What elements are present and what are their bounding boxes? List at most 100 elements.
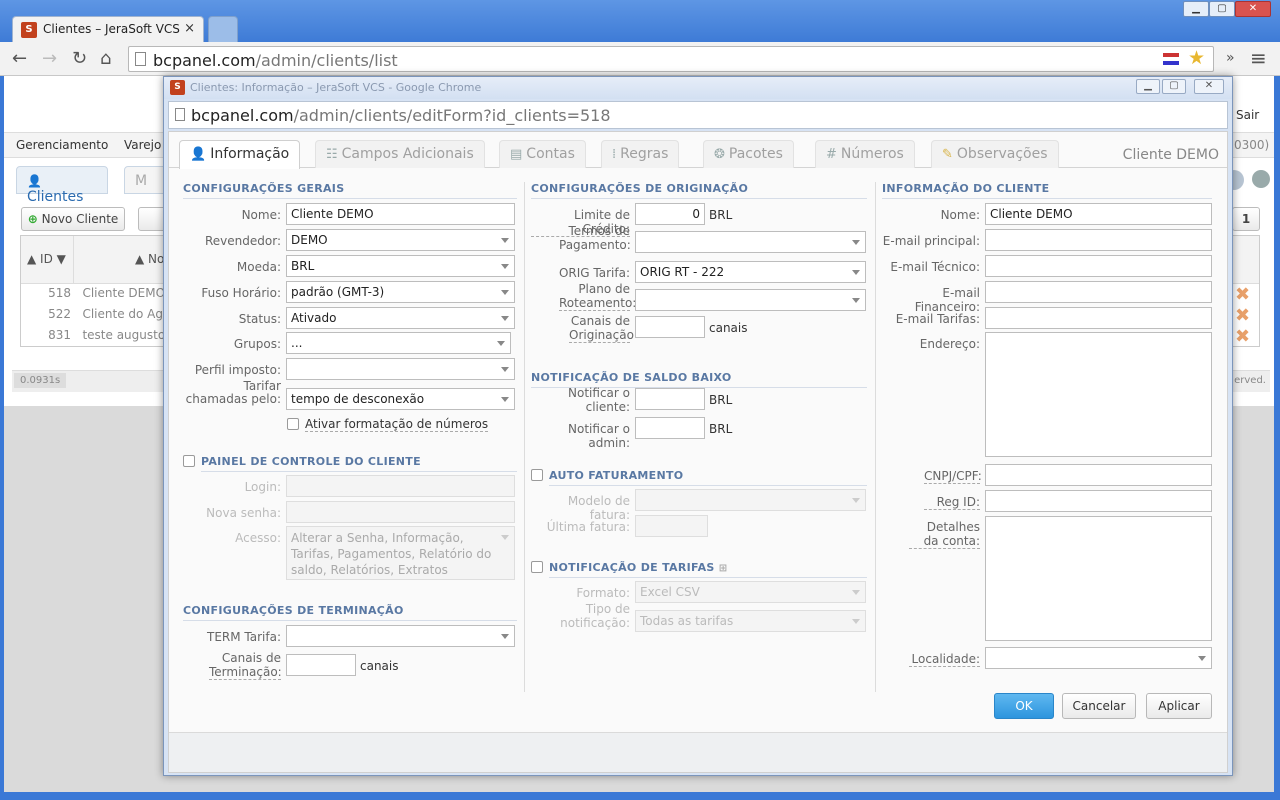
format-numbers-checkbox[interactable] — [287, 418, 299, 430]
forward-icon[interactable]: → — [42, 48, 57, 69]
popup-minimize-button[interactable]: ▁ — [1136, 79, 1160, 94]
chrome-menu-icon[interactable]: ≡ — [1250, 46, 1267, 70]
email-main-input[interactable] — [985, 229, 1212, 251]
divider — [73, 236, 74, 284]
maximize-button[interactable]: ▢ — [1209, 1, 1235, 17]
routing-plan-select[interactable] — [635, 289, 866, 311]
reg-id-label: Reg ID: — [924, 495, 980, 510]
form-footer — [169, 732, 1227, 772]
tab-regras[interactable]: ⁞ Regras — [601, 140, 680, 168]
tab-m[interactable]: M — [124, 166, 168, 194]
rate-notice-checkbox[interactable] — [531, 561, 543, 573]
client-panel-checkbox[interactable] — [183, 455, 195, 467]
nav-varejo[interactable]: Varejo — [124, 138, 161, 152]
browser-tab-clientes[interactable]: S Clientes – JeraSoft VCS × — [12, 16, 204, 42]
delete-icon[interactable]: ✖ — [1235, 326, 1250, 347]
currency-select[interactable]: BRL — [286, 255, 515, 277]
email-rates-input[interactable] — [985, 307, 1212, 329]
rate-format-label: Formato: — [576, 586, 630, 600]
status-label: Status: — [238, 312, 281, 326]
login-input[interactable] — [286, 475, 515, 497]
reseller-label: Revendedor: — [205, 234, 281, 248]
timing-badge: 0.0931s — [14, 373, 67, 388]
delete-icon[interactable]: ✖ — [1235, 305, 1250, 326]
notify-admin-input[interactable] — [635, 417, 705, 439]
tax-profile-select[interactable] — [286, 358, 515, 380]
tab-pacotes[interactable]: ❂ Pacotes — [703, 140, 794, 168]
browser-titlebar: S Clientes – JeraSoft VCS × ▁ ▢ ✕ — [0, 0, 1280, 42]
tab-clientes[interactable]: 👤 Clientes — [16, 166, 108, 205]
cancel-button[interactable]: Cancelar — [1062, 693, 1136, 719]
delete-icon[interactable]: ✖ — [1235, 284, 1250, 305]
reload-icon[interactable]: ↻ — [72, 48, 87, 69]
orig-tariff-select[interactable]: ORIG RT - 222 — [635, 261, 866, 283]
last-invoice-input[interactable] — [635, 515, 708, 537]
locality-select[interactable] — [985, 647, 1212, 669]
new-tab-button[interactable] — [208, 16, 238, 42]
client-panel-section-title: PAINEL DE CONTROLE DO CLIENTE — [201, 455, 517, 472]
term-channels-input[interactable] — [286, 654, 356, 676]
groups-select[interactable]: ... — [286, 332, 511, 354]
name-input[interactable] — [286, 203, 515, 225]
tab-contas[interactable]: ▤ Contas — [499, 140, 586, 168]
email-tech-input[interactable] — [985, 255, 1212, 277]
credit-limit-input[interactable]: 0 — [635, 203, 705, 225]
cnpj-input[interactable] — [985, 464, 1212, 486]
info-name-input[interactable] — [985, 203, 1212, 225]
tab-informacao[interactable]: 👤 Informação — [179, 140, 301, 169]
new-client-button[interactable]: ⊕ Novo Cliente — [21, 207, 125, 231]
password-input[interactable] — [286, 501, 515, 523]
address-bar[interactable]: bcpanel.com/admin/clients/list ★ — [128, 46, 1214, 72]
address-textarea[interactable] — [985, 332, 1212, 457]
timezone-label: Fuso Horário: — [201, 286, 281, 300]
orig-tariff-label: ORIG Tarifa: — [558, 266, 630, 280]
auto-billing-section-title: AUTO FATURAMENTO — [549, 469, 867, 486]
tab-observacoes[interactable]: ✎ Observações — [931, 140, 1059, 168]
col-id[interactable]: ▲ ID ▼ — [27, 252, 66, 266]
access-select[interactable]: Alterar a Senha, Informação, Tarifas, Pa… — [286, 526, 515, 580]
notify-client-input[interactable] — [635, 388, 705, 410]
invoice-template-select[interactable] — [635, 489, 866, 511]
apply-button[interactable]: Aplicar — [1146, 693, 1212, 719]
rate-type-select[interactable]: Todas as tarifas — [635, 610, 866, 632]
column-divider — [524, 182, 525, 692]
term-channels-label: Canais de Terminação: — [209, 651, 282, 680]
orig-channels-unit: canais — [709, 321, 748, 335]
pager-page-1[interactable]: 1 — [1232, 207, 1260, 231]
home-icon[interactable]: ⌂ — [100, 48, 111, 69]
tab-close-icon[interactable]: × — [184, 21, 195, 36]
auto-billing-checkbox[interactable] — [531, 469, 543, 481]
timezone-select[interactable]: padrão (GMT-3) — [286, 281, 515, 303]
billing-by-label: Tarifar chamadas pelo: — [185, 379, 281, 406]
flag-icon[interactable] — [1163, 53, 1179, 65]
cnpj-label: CNPJ/CPF: — [924, 469, 982, 484]
back-icon[interactable]: ← — [12, 48, 27, 69]
popup-close-button[interactable]: ✕ — [1194, 79, 1224, 94]
reg-id-input[interactable] — [985, 490, 1212, 512]
tab-numeros[interactable]: # Números — [815, 140, 915, 168]
billing-by-select[interactable]: tempo de desconexão — [286, 388, 515, 410]
extensions-more-icon[interactable]: » — [1226, 50, 1235, 66]
minimize-button[interactable]: ▁ — [1183, 1, 1209, 17]
popup-maximize-button[interactable]: ▢ — [1162, 79, 1186, 94]
orig-channels-input[interactable] — [635, 316, 705, 338]
rate-format-select[interactable]: Excel CSV — [635, 581, 866, 603]
bookmark-star-icon[interactable]: ★ — [1188, 47, 1205, 69]
tab-campos-adicionais[interactable]: ☷ Campos Adicionais — [315, 140, 485, 168]
chevron-down-icon[interactable] — [1252, 170, 1270, 188]
status-select[interactable]: Ativado — [286, 307, 515, 329]
payment-terms-select[interactable] — [635, 231, 866, 253]
col-name[interactable]: ▲ No — [135, 252, 164, 266]
close-window-button[interactable]: ✕ — [1235, 1, 1271, 17]
popup-address-bar[interactable]: bcpanel.com/admin/clients/editForm?id_cl… — [168, 101, 1228, 129]
nav-gerenciamento[interactable]: Gerenciamento — [16, 138, 108, 152]
reseller-select[interactable]: DEMO — [286, 229, 515, 251]
term-tariff-select[interactable] — [286, 625, 515, 647]
email-fin-input[interactable] — [985, 281, 1212, 303]
logout-link[interactable]: Sair — [1236, 108, 1259, 122]
ok-button[interactable]: OK — [994, 693, 1054, 719]
account-details-textarea[interactable] — [985, 516, 1212, 641]
notify-admin-unit: BRL — [709, 422, 733, 436]
jerasoft-favicon-icon: S — [170, 80, 185, 95]
copyright: erved. — [1234, 375, 1266, 386]
